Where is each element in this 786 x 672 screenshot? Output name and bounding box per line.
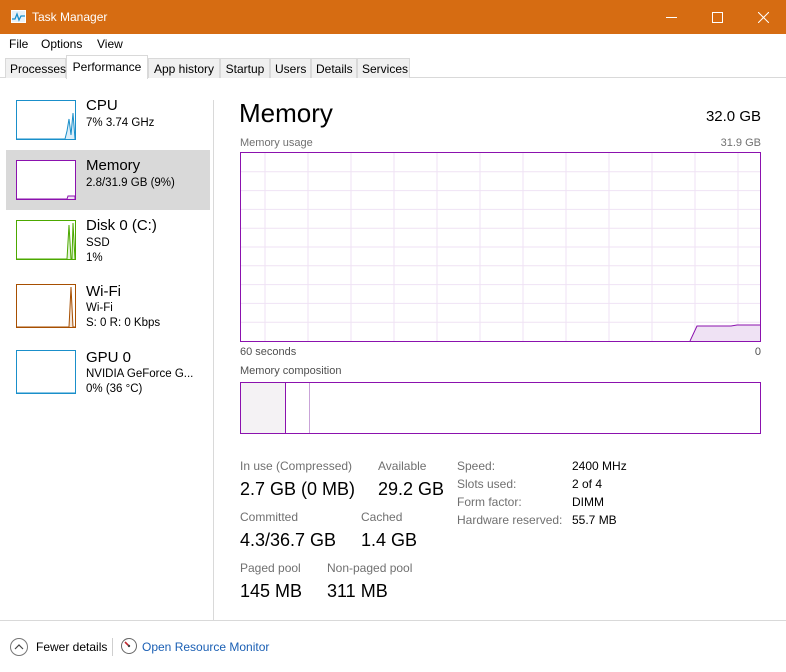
sidebar-item-detail: 7% 3.74 GHz (86, 117, 155, 129)
sidebar-item-name: Wi-Fi (86, 283, 121, 300)
resource-sidebar: CPU 7% 3.74 GHz Memory 2.8/31.9 GB (9%) … (0, 78, 213, 620)
tab-details[interactable]: Details (311, 58, 357, 78)
sidebar-divider[interactable] (213, 100, 214, 620)
menu-file[interactable]: File (9, 37, 28, 51)
title-bar[interactable]: Task Manager (0, 0, 786, 34)
cached-value: 1.4 GB (361, 530, 418, 550)
sidebar-item-detail: 2.8/31.9 GB (9%) (86, 177, 175, 189)
wifi-thumbnail-graph (16, 284, 76, 328)
sidebar-item-detail: 1% (86, 252, 103, 264)
window-title: Task Manager (32, 10, 108, 24)
memory-usage-grid (241, 153, 760, 341)
slots-used-label: Slots used: (457, 477, 517, 491)
tab-performance[interactable]: Performance (66, 55, 148, 79)
committed-value: 4.3/36.7 GB (240, 530, 337, 550)
time-axis-left: 60 seconds (240, 346, 297, 358)
memory-usage-max: 31.9 GB (720, 137, 761, 149)
chevron-up-icon[interactable] (10, 638, 28, 656)
footer-separator (112, 638, 113, 656)
sidebar-item-disk-0[interactable]: Disk 0 (C:) SSD 1% (6, 210, 210, 270)
menu-view[interactable]: View (97, 37, 123, 51)
committed-label: Committed (240, 510, 299, 524)
in-use-value: 2.7 GB (0 MB) (240, 479, 356, 499)
tab-processes[interactable]: Processes (5, 58, 66, 78)
sidebar-item-gpu-0[interactable]: GPU 0 NVIDIA GeForce G... 0% (36 °C) (6, 342, 210, 402)
tab-users[interactable]: Users (270, 58, 311, 78)
speed-label: Speed: (457, 459, 496, 473)
sidebar-item-detail: 0% (36 °C) (86, 383, 143, 395)
paged-pool-label: Paged pool (240, 561, 301, 575)
sidebar-item-detail: NVIDIA GeForce G... (86, 368, 194, 380)
memory-usage-area (690, 325, 760, 341)
memory-composition-label: Memory composition (240, 365, 342, 377)
cpu-thumbnail-graph (16, 100, 76, 140)
tab-strip: Processes Performance App history Startu… (0, 54, 786, 79)
maximize-button[interactable] (694, 0, 740, 34)
task-manager-icon (11, 10, 26, 23)
hardware-reserved-value: 55.7 MB (572, 513, 617, 527)
resource-monitor-icon[interactable] (121, 638, 137, 654)
sidebar-item-cpu[interactable]: CPU 7% 3.74 GHz (6, 90, 210, 150)
disk-thumbnail-graph (16, 220, 76, 260)
open-resource-monitor-link[interactable]: Open Resource Monitor (142, 640, 269, 654)
memory-composition-bar (240, 382, 761, 434)
composition-in-use[interactable] (241, 383, 286, 433)
slots-used-value: 2 of 4 (572, 477, 603, 491)
fewer-details-button[interactable]: Fewer details (36, 640, 107, 654)
speed-value: 2400 MHz (572, 459, 627, 473)
sidebar-item-detail: Wi-Fi (86, 302, 113, 314)
minimize-button[interactable] (648, 0, 694, 34)
memory-usage-label: Memory usage (240, 137, 313, 149)
non-paged-pool-label: Non-paged pool (327, 561, 413, 575)
tab-services[interactable]: Services (357, 58, 410, 78)
available-label: Available (378, 459, 427, 473)
sidebar-item-detail: SSD (86, 237, 110, 249)
paged-pool-value: 145 MB (240, 581, 303, 601)
sidebar-item-memory[interactable]: Memory 2.8/31.9 GB (9%) (6, 150, 210, 210)
sidebar-item-detail: S: 0 R: 0 Kbps (86, 317, 161, 329)
composition-modified-boundary (309, 383, 310, 433)
in-use-label: In use (Compressed) (240, 459, 353, 473)
memory-total: 32.0 GB (705, 108, 761, 125)
gpu-thumbnail-graph (16, 350, 76, 394)
sidebar-item-name: Disk 0 (C:) (86, 217, 157, 234)
sidebar-item-name: Memory (86, 157, 141, 174)
non-paged-pool-value: 311 MB (327, 581, 388, 601)
time-axis-right: 0 (754, 346, 761, 358)
tab-startup[interactable]: Startup (220, 58, 270, 78)
menu-bar: File Options View (0, 34, 786, 54)
sidebar-item-name: GPU 0 (86, 349, 132, 366)
sidebar-item-wifi[interactable]: Wi-Fi Wi-Fi S: 0 R: 0 Kbps (6, 276, 210, 336)
page-title: Memory (239, 98, 333, 128)
maximize-icon (711, 11, 723, 23)
menu-options[interactable]: Options (41, 37, 82, 51)
available-value: 29.2 GB (378, 479, 445, 499)
minimize-icon (665, 16, 677, 18)
cached-label: Cached (361, 510, 403, 524)
sidebar-item-name: CPU (86, 97, 118, 114)
tab-app-history[interactable]: App history (148, 58, 220, 78)
close-button[interactable] (740, 0, 786, 34)
footer-bar: Fewer details Open Resource Monitor (0, 620, 786, 672)
form-factor-value: DIMM (572, 495, 604, 509)
memory-thumbnail-graph (16, 160, 76, 200)
form-factor-label: Form factor: (457, 495, 522, 509)
close-icon (757, 11, 769, 23)
hardware-reserved-label: Hardware reserved: (457, 513, 563, 527)
memory-usage-graph (240, 152, 761, 342)
